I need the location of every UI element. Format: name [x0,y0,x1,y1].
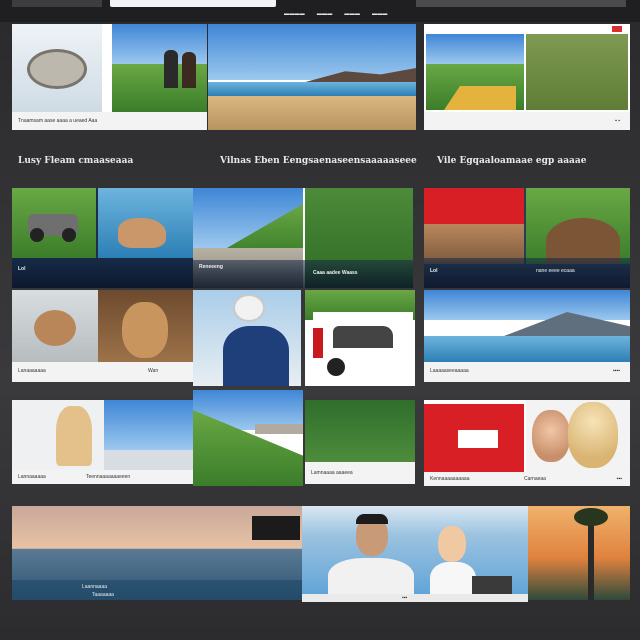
nav-item-3[interactable]: ▬▬▬ [344,11,360,17]
photo-cat [12,290,98,362]
photo-car [313,312,413,376]
gallery-tile[interactable] [305,290,415,386]
photo-couple [526,400,630,472]
photo-people-laptop [302,506,528,602]
photo-palm-sunset [528,506,630,600]
tile-subcaption: nane eeee ecaaa [536,268,575,274]
section-title-3: Vile Egqaaloamaae egp aaaae [437,156,587,166]
gallery-tile[interactable]: Lanaaaaaaa Wan [12,290,193,382]
tile-caption: ▪ ▪ [615,118,620,124]
gallery-tile[interactable] [193,390,303,486]
gallery-tile[interactable]: Reneeeng Caaa aadee Waass [193,188,413,288]
photo-object [12,24,102,112]
tile-subcaption: Taaaaaaa [92,592,114,598]
tile-subcaption: Carnaeaa [524,476,546,482]
photo-red-panel [424,404,524,472]
tile-caption: Kennaaaaaaaaaa [430,476,470,482]
photo-cyclist [193,290,301,386]
tile-caption: ▪▪▪ [402,595,408,601]
gallery-tile[interactable] [193,290,301,386]
section-title-2: Vilnas Eben Eengsaenaseensaaaaaseee [220,156,417,166]
tile-meta: ▪▪▪ [616,476,622,482]
account-area [416,0,626,7]
gallery-tile[interactable] [208,24,416,130]
tile-caption: Lol [430,268,438,274]
gallery-tile[interactable]: Laannaaaa Taaaaaaa [12,506,302,600]
top-nav: ▬▬▬▬ ▬▬▬ ▬▬▬ ▬▬▬ [284,11,388,17]
gallery-tile[interactable]: Lol nane eeee ecaaa [424,188,630,288]
gallery-tile[interactable]: Laaaaaseeaaaaa ▪▪▪▪ [424,290,630,382]
logo-area [12,0,102,7]
gallery-tile[interactable]: Kennaaaaaaaaaa Carnaeaa ▪▪▪ [424,400,630,486]
photo-lion [98,290,193,362]
photo-people [112,50,207,112]
tile-caption: Lanaaaaaaa [18,368,46,374]
search-input[interactable] [110,0,276,7]
section-title-1: Lusy Fleam cmaaseaaa [18,156,134,166]
gallery-page: ▬▬▬▬ ▬▬▬ ▬▬▬ ▬▬▬ Tnaamsam aase aaaa a ue… [0,0,640,640]
gallery-tile[interactable]: ▪▪▪ [302,506,528,602]
gallery-tile[interactable]: Tnaamsam aase aaaa a ueaed Aaa [12,24,207,130]
photo-atv [12,188,96,258]
photo-animal [98,188,193,258]
gallery-tile[interactable]: Lol [12,188,193,288]
photo-trees [305,400,415,462]
gallery-tile[interactable]: Lamnaaaa aaaeea [305,400,415,484]
tile-caption: Laannaaaa [82,584,108,590]
tile-caption: Laaaaaseeaaaaa [430,368,469,374]
photo-woman [12,400,104,470]
tile-caption: Tnaamsam aase aaaa a ueaed Aaa [18,118,98,124]
gallery-tile[interactable]: ▪ ▪ [424,24,630,130]
tile-subcaption: Caaa aadee Waass [313,270,358,276]
tile-caption: Reneeeng [199,264,223,270]
tile-subcaption: ▪▪▪▪ [612,368,620,374]
tile-caption: Lol [18,266,26,272]
photo-field [526,34,628,110]
photo-hills [426,64,524,110]
top-bar: ▬▬▬▬ ▬▬▬ ▬▬▬ ▬▬▬ [0,0,640,22]
nav-item-1[interactable]: ▬▬▬▬ [284,11,305,17]
gallery-tile[interactable] [528,506,630,600]
gallery-tile[interactable]: Lannaaaaaa Teennaaaaaaaeeen [12,400,193,484]
photo-beach [208,96,416,130]
tile-subcaption: Teennaaaaaaaeeen [86,474,131,480]
photo-coast [208,24,416,80]
photo-haystack [526,188,630,264]
nav-item-4[interactable]: ▬▬▬ [372,11,388,17]
tile-subcaption: Wan [148,368,159,374]
tile-caption: Lamnaaaa aaaeea [311,470,353,476]
nav-item-2[interactable]: ▬▬▬ [317,11,333,17]
tile-caption: Lannaaaaaa [18,474,46,480]
